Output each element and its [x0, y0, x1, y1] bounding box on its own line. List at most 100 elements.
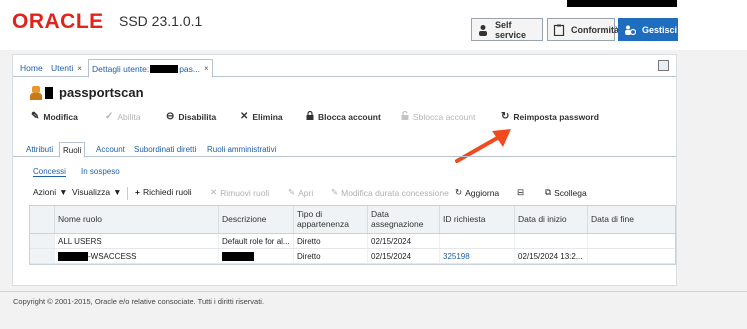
- reimposta-password-button[interactable]: ↻ Reimposta password: [501, 111, 599, 122]
- col-data-inizio[interactable]: Data di inizio: [514, 206, 587, 233]
- unlock-icon: [401, 110, 409, 123]
- tab-concessi[interactable]: Concessi: [33, 167, 66, 177]
- roles-toolbar: Azioni ▼ Visualizza ▼ + Richiedi ruoli ✕…: [13, 187, 676, 201]
- document-tabs: Home Utenti × Dettagli utente: pas... ×: [13, 57, 676, 78]
- plus-icon: +: [135, 187, 140, 197]
- cell-data-assegnazione: 02/15/2024: [367, 249, 439, 263]
- reimposta-password-label: Reimposta password: [513, 111, 599, 122]
- abilita-button[interactable]: ✓ Abilita: [105, 111, 141, 122]
- tab-ruoli-amministrativi[interactable]: Ruoli amministrativi: [204, 142, 279, 157]
- redacted-user-prefix: [45, 86, 53, 99]
- disabilita-button[interactable]: ⊖ Disabilita: [166, 111, 216, 122]
- cell-nome-ruolo: ALL USERS: [54, 234, 218, 248]
- tab-ruoli[interactable]: Ruoli: [59, 142, 86, 158]
- x-icon: ✕: [210, 187, 218, 197]
- modifica-label: Modifica: [43, 111, 78, 122]
- richiedi-ruoli-button[interactable]: + Richiedi ruoli: [135, 187, 192, 197]
- modifica-durata-button[interactable]: ✎ Modifica durata concessione: [331, 187, 449, 198]
- cell-data-inizio: [514, 234, 587, 248]
- blocca-account-label: Blocca account: [318, 112, 381, 122]
- richiedi-ruoli-label: Richiedi ruoli: [142, 187, 192, 197]
- cell-descrizione: [218, 249, 293, 263]
- cell-id-richiesta[interactable]: 325198: [439, 249, 514, 263]
- tab-utenti[interactable]: Utenti ×: [48, 59, 85, 77]
- self-service-label: Self service: [495, 19, 527, 40]
- tab-in-sospeso[interactable]: In sospeso: [81, 167, 120, 176]
- tab-dettagli-suffix: pas...: [179, 63, 200, 74]
- rimuovi-ruoli-label: Rimuovi ruoli: [220, 187, 270, 198]
- redacted-description: [222, 251, 254, 261]
- modifica-durata-label: Modifica durata concessione: [341, 187, 449, 198]
- copyright-footer: Copyright © 2001-2015, Oracle e/o relati…: [13, 297, 265, 306]
- apri-label: Apri: [298, 187, 314, 198]
- tab-attributi[interactable]: Attributi: [23, 142, 56, 157]
- users-gear-icon: [624, 24, 637, 36]
- modifica-button[interactable]: ✎ Modifica: [31, 111, 78, 122]
- gestisci-button[interactable]: Gestisci: [618, 18, 678, 41]
- printer-icon[interactable]: [658, 60, 669, 71]
- aggiorna-label: Aggiorna: [465, 187, 500, 198]
- footer-divider: [0, 291, 747, 292]
- pencil-icon: ✎: [288, 187, 296, 197]
- tab-utenti-close-icon[interactable]: ×: [77, 64, 82, 73]
- tab-utenti-label: Utenti: [51, 63, 74, 73]
- cell-descrizione: Default role for al...: [218, 234, 293, 248]
- visualizza-label: Visualizza: [72, 187, 111, 197]
- tab-subordinati-diretti[interactable]: Subordinati diretti: [131, 142, 199, 157]
- pencil-icon: ✎: [331, 187, 339, 197]
- cell-tipo: Diretto: [293, 249, 367, 263]
- tab-dettagli-utente[interactable]: Dettagli utente: pas... ×: [88, 59, 213, 78]
- role-name-suffix: -WSACCESS: [88, 251, 137, 261]
- row-selector[interactable]: [30, 249, 54, 263]
- detach-icon: ⧉: [545, 187, 552, 197]
- cell-tipo: Diretto: [293, 234, 367, 248]
- cell-data-inizio: 02/15/2024 13:2...: [514, 249, 587, 263]
- gestisci-label: Gestisci: [642, 24, 678, 35]
- toolbar-divider: [127, 187, 128, 200]
- lock-icon: [306, 110, 314, 123]
- aggiorna-button[interactable]: ↻ Aggiorna: [455, 187, 499, 198]
- app-header: ORACLE SSD 23.1.0.1 Self service Conform…: [0, 0, 747, 50]
- col-tipo-appartenenza[interactable]: Tipo di appartenenza: [293, 206, 367, 233]
- redacted-role-prefix: [58, 251, 88, 261]
- cell-id-richiesta[interactable]: [439, 234, 514, 248]
- col-data-assegnazione[interactable]: Data assegnazione: [367, 206, 439, 233]
- redacted-tab-text: [150, 64, 179, 73]
- blocca-account-button[interactable]: Blocca account: [306, 110, 381, 123]
- redacted-user-info: [567, 0, 677, 7]
- sblocca-account-button[interactable]: Sblocca account: [401, 110, 475, 123]
- tab-account[interactable]: Account: [93, 142, 128, 157]
- page-title: passportscan: [29, 85, 144, 100]
- user-name: passportscan: [59, 85, 144, 100]
- user-detail-subtabs: Attributi Ruoli Account Subordinati dire…: [13, 139, 676, 158]
- cell-nome-ruolo: -WSACCESS: [54, 249, 218, 263]
- cell-data-fine: [587, 234, 675, 248]
- apri-button[interactable]: ✎ Apri: [288, 187, 313, 198]
- scollega-button[interactable]: ⧉ Scollega: [545, 187, 587, 198]
- row-selector[interactable]: [30, 234, 54, 248]
- table-row[interactable]: ALL USERS Default role for al... Diretto…: [30, 234, 675, 249]
- table-row[interactable]: -WSACCESS Diretto 02/15/2024 325198 02/1…: [30, 249, 675, 264]
- clipboard-icon: [553, 24, 565, 36]
- tab-dettagli-close-icon[interactable]: ×: [204, 64, 209, 73]
- caret-down-icon: ▼: [113, 187, 122, 197]
- row-selector-header: [30, 206, 54, 233]
- tab-home[interactable]: Home: [17, 59, 46, 77]
- minus-circle-icon: ⊖: [166, 111, 175, 122]
- self-service-button[interactable]: Self service: [471, 18, 543, 41]
- col-data-fine[interactable]: Data di fine: [587, 206, 675, 233]
- visualizza-menu[interactable]: Visualizza ▼: [72, 187, 122, 197]
- col-nome-ruolo[interactable]: Nome ruolo: [54, 206, 218, 233]
- elimina-label: Elimina: [252, 111, 283, 122]
- abilita-label: Abilita: [117, 111, 141, 122]
- caret-down-icon: ▼: [59, 187, 68, 197]
- filter-button[interactable]: ⊟: [517, 187, 524, 198]
- azioni-menu[interactable]: Azioni ▼: [33, 187, 68, 197]
- disabilita-label: Disabilita: [178, 111, 217, 122]
- col-id-richiesta[interactable]: ID richiesta: [439, 206, 514, 233]
- azioni-label: Azioni: [33, 187, 57, 197]
- elimina-button[interactable]: ✕ Elimina: [240, 111, 283, 122]
- conformita-button[interactable]: Conformità: [547, 18, 619, 41]
- rimuovi-ruoli-button[interactable]: ✕ Rimuovi ruoli: [210, 187, 269, 198]
- col-descrizione[interactable]: Descrizione: [218, 206, 293, 233]
